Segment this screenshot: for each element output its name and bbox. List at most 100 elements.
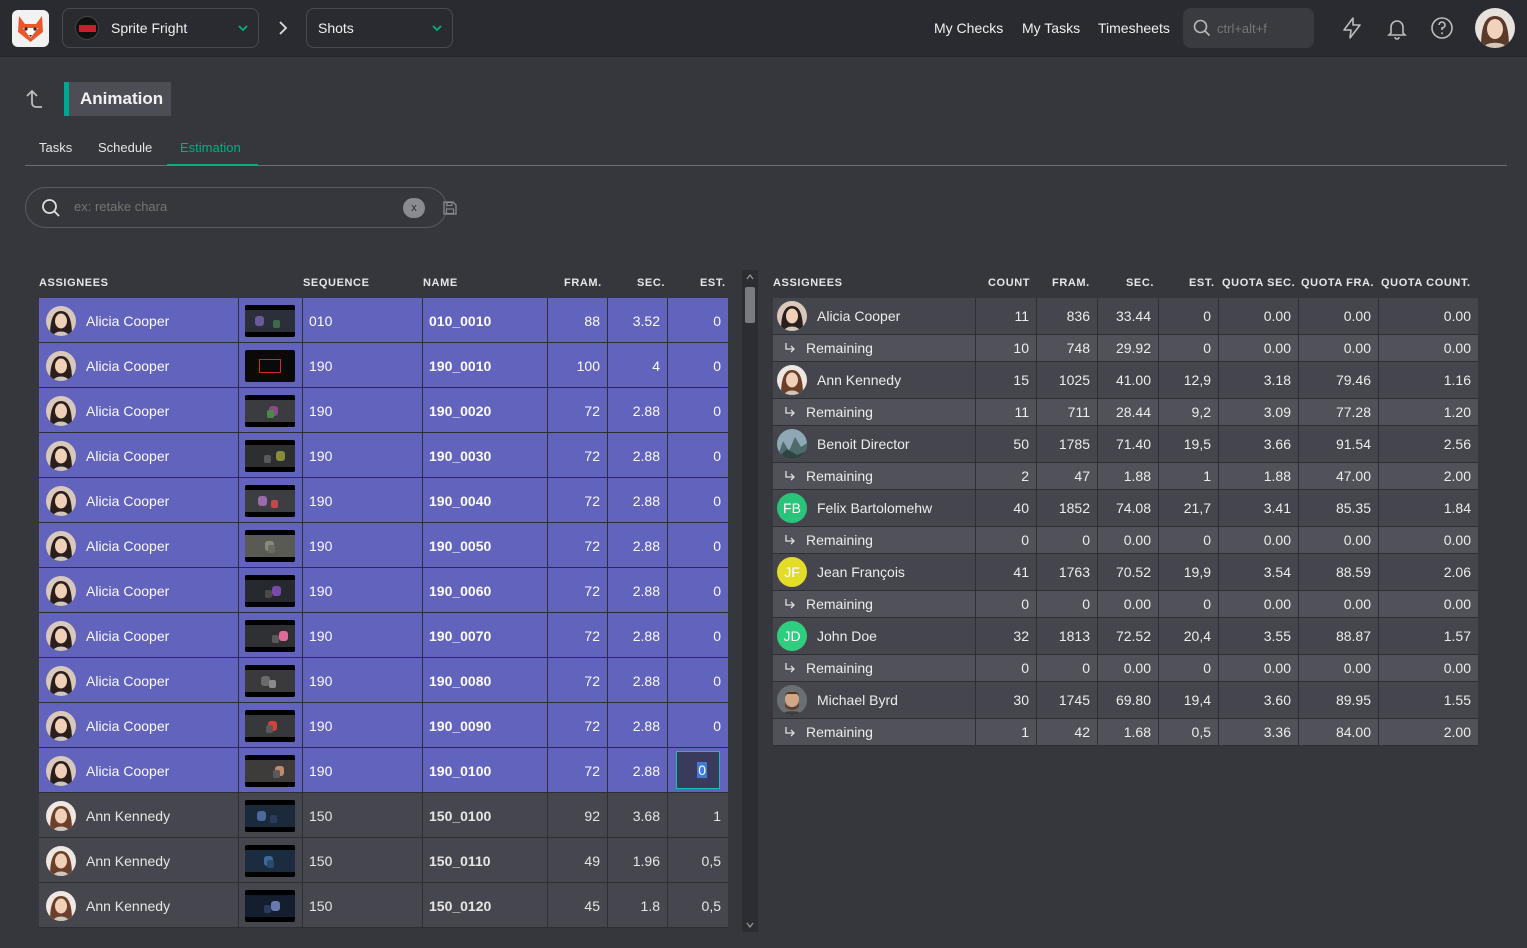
assignee-cell[interactable]: Alicia Cooper	[39, 613, 239, 658]
clear-search-button[interactable]: x	[403, 198, 425, 218]
assignee-row[interactable]: JF Jean François 41 1763 70.52 19,9 3.54 88.59 2…	[773, 554, 1478, 591]
scroll-up-icon[interactable]	[746, 274, 754, 280]
thumbnail-cell[interactable]	[239, 388, 303, 433]
shot-name-cell[interactable]: 150_0120	[423, 883, 548, 928]
assignee-cell[interactable]: Ann Kennedy	[39, 838, 239, 883]
shot-thumbnail[interactable]	[245, 754, 295, 787]
global-search-input[interactable]	[1217, 20, 1307, 36]
shot-name-cell[interactable]: 190_0040	[423, 478, 548, 523]
estimation-cell[interactable]: 0	[668, 703, 728, 748]
shot-name-cell[interactable]: 190_0050	[423, 523, 548, 568]
table-row[interactable]: Alicia Cooper 190 190_0040 72 2.88 0	[39, 478, 728, 523]
col-sequence[interactable]: SEQUENCE	[303, 277, 370, 289]
assignee-cell[interactable]: Ann Kennedy	[773, 362, 976, 398]
save-icon[interactable]	[443, 201, 457, 215]
estimation-cell[interactable]: 1	[668, 793, 728, 838]
lightning-icon[interactable]	[1339, 15, 1365, 41]
thumbnail-cell[interactable]	[239, 523, 303, 568]
assignee-cell[interactable]: FB Felix Bartolomehw	[773, 490, 976, 526]
estimation-cell[interactable]: 0	[668, 658, 728, 703]
assignee-cell[interactable]: Alicia Cooper	[39, 703, 239, 748]
thumbnail-cell[interactable]	[239, 568, 303, 613]
table-row[interactable]: Alicia Cooper 190 190_0080 72 2.88 0	[39, 658, 728, 703]
nav-my-tasks[interactable]: My Tasks	[1022, 20, 1080, 36]
assignee-cell[interactable]: Alicia Cooper	[39, 298, 239, 343]
table-row[interactable]: Alicia Cooper 010 010_0010 88 3.52 0	[39, 298, 728, 343]
production-select[interactable]: Sprite Fright	[62, 8, 259, 48]
tab-estimation[interactable]: Estimation	[180, 140, 241, 155]
shot-thumbnail[interactable]	[245, 574, 295, 607]
col-assignees[interactable]: ASSIGNEES	[39, 277, 109, 289]
assignee-row[interactable]: Benoit Director 50 1785 71.40 19,5 3.66 91.54 2…	[773, 426, 1478, 463]
thumbnail-cell[interactable]	[239, 883, 303, 928]
section-select[interactable]: Shots	[306, 8, 453, 48]
thumbnail-cell[interactable]	[239, 658, 303, 703]
table-row[interactable]: Alicia Cooper 190 190_0070 72 2.88 0	[39, 613, 728, 658]
shot-name-cell[interactable]: 190_0030	[423, 433, 548, 478]
tab-schedule[interactable]: Schedule	[98, 140, 152, 155]
bell-icon[interactable]	[1384, 15, 1410, 41]
table-row[interactable]: Ann Kennedy 150 150_0100 92 3.68 1	[39, 793, 728, 838]
assignee-cell[interactable]: Alicia Cooper	[39, 478, 239, 523]
assignee-cell[interactable]: Alicia Cooper	[39, 523, 239, 568]
help-icon[interactable]	[1429, 15, 1455, 41]
shot-name-cell[interactable]: 190_0070	[423, 613, 548, 658]
shot-name-cell[interactable]: 190_0020	[423, 388, 548, 433]
estimation-cell[interactable]: 0	[668, 568, 728, 613]
shot-thumbnail[interactable]	[245, 349, 295, 382]
thumbnail-cell[interactable]	[239, 703, 303, 748]
col-frames[interactable]: FRAM.	[564, 277, 602, 289]
shot-thumbnail[interactable]	[245, 709, 295, 742]
back-arrow-icon[interactable]	[24, 88, 44, 110]
assignee-cell[interactable]: Alicia Cooper	[773, 298, 976, 334]
assignee-cell[interactable]: JD John Doe	[773, 618, 976, 654]
table-row[interactable]: Alicia Cooper 190 190_0090 72 2.88 0	[39, 703, 728, 748]
shot-thumbnail[interactable]	[245, 799, 295, 832]
assignee-row[interactable]: Ann Kennedy 15 1025 41.00 12,9 3.18 79.46 1.16	[773, 362, 1478, 399]
shot-thumbnail[interactable]	[245, 619, 295, 652]
col-name[interactable]: NAME	[423, 277, 458, 289]
assignee-cell[interactable]: Alicia Cooper	[39, 568, 239, 613]
nav-my-checks[interactable]: My Checks	[934, 20, 1003, 36]
shot-thumbnail[interactable]	[245, 484, 295, 517]
assignee-cell[interactable]: Ann Kennedy	[39, 793, 239, 838]
assignee-cell[interactable]: Alicia Cooper	[39, 658, 239, 703]
thumbnail-cell[interactable]	[239, 748, 303, 793]
col-seconds[interactable]: SEC.	[1126, 277, 1154, 289]
thumbnail-cell[interactable]	[239, 433, 303, 478]
col-estimation[interactable]: EST.	[1189, 277, 1215, 289]
estimation-cell[interactable]: 0,5	[668, 883, 728, 928]
thumbnail-cell[interactable]	[239, 838, 303, 883]
col-estimation[interactable]: EST.	[700, 277, 726, 289]
search-filter[interactable]: x	[25, 187, 457, 228]
assignee-row[interactable]: Alicia Cooper 11 836 33.44 0 0.00 0.00 0.00	[773, 298, 1478, 335]
assignee-cell[interactable]: Alicia Cooper	[39, 388, 239, 433]
table-row[interactable]: Alicia Cooper 190 190_0020 72 2.88 0	[39, 388, 728, 433]
shot-name-cell[interactable]: 150_0100	[423, 793, 548, 838]
kitsu-logo-icon[interactable]	[12, 10, 49, 47]
table-row[interactable]: Alicia Cooper 190 190_0010 100 4 0	[39, 343, 728, 388]
shot-thumbnail[interactable]	[245, 844, 295, 877]
col-quota-seconds[interactable]: QUOTA SEC.	[1222, 277, 1295, 289]
shot-name-cell[interactable]: 190_0010	[423, 343, 548, 388]
thumbnail-cell[interactable]	[239, 793, 303, 838]
assignee-row[interactable]: FB Felix Bartolomehw 40 1852 74.08 21,7 3.41 85…	[773, 490, 1478, 527]
estimation-cell[interactable]: 0	[668, 523, 728, 568]
table-row[interactable]: Alicia Cooper 190 190_0060 72 2.88 0	[39, 568, 728, 613]
shot-name-cell[interactable]: 190_0080	[423, 658, 548, 703]
estimation-cell[interactable]: 0	[668, 613, 728, 658]
estimation-cell[interactable]: 0	[668, 433, 728, 478]
table-row[interactable]: Alicia Cooper 190 190_0050 72 2.88 0	[39, 523, 728, 568]
assignee-cell[interactable]: Benoit Director	[773, 426, 976, 462]
shot-name-cell[interactable]: 190_0100	[423, 748, 548, 793]
assignee-cell[interactable]: JF Jean François	[773, 554, 976, 590]
estimation-cell[interactable]: 0	[668, 343, 728, 388]
assignee-cell[interactable]: Alicia Cooper	[39, 748, 239, 793]
col-count[interactable]: COUNT	[988, 277, 1030, 289]
thumbnail-cell[interactable]	[239, 343, 303, 388]
thumbnail-cell[interactable]	[239, 478, 303, 523]
table-row[interactable]: Alicia Cooper 190 190_0100 72 2.88 0	[39, 748, 728, 793]
nav-timesheets[interactable]: Timesheets	[1098, 20, 1170, 36]
table-scrollbar[interactable]	[742, 270, 758, 932]
table-row[interactable]: Alicia Cooper 190 190_0030 72 2.88 0	[39, 433, 728, 478]
